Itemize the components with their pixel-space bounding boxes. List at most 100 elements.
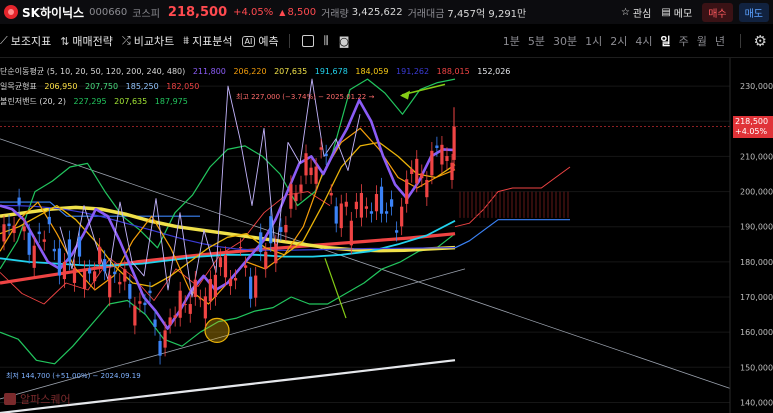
last-candle-body: [452, 126, 456, 160]
candle-body: [410, 169, 414, 174]
sell-button[interactable]: 매도: [738, 2, 769, 22]
candle-body: [67, 239, 72, 262]
period-1hour[interactable]: 1시: [585, 33, 602, 49]
candle-body: [400, 206, 404, 227]
low-annotation: 최저 144,700 (+51.00%) − 2024.09.19: [6, 371, 141, 380]
candle-body: [228, 278, 233, 287]
bollinger-lower-value: 187,975: [154, 97, 188, 106]
indicator-analysis-button[interactable]: ⩩ 지표분석: [183, 33, 232, 49]
candle-body: [57, 248, 61, 276]
candle-body: [103, 259, 107, 272]
high-arrow-head: [400, 90, 410, 100]
y-tick-label: 150,000: [740, 363, 773, 372]
ichimoku-value-2: 207,750: [85, 82, 119, 91]
memo-button[interactable]: ▤ 메모: [661, 5, 692, 20]
candle-body: [389, 199, 394, 207]
candle-body: [138, 301, 142, 304]
candle-body: [42, 239, 46, 242]
compare-chart-button[interactable]: ⤮ 비교차트: [122, 33, 174, 49]
candle-body: [319, 147, 323, 150]
chart-type-square-icon[interactable]: [301, 35, 314, 47]
up-arrow-icon: ▲: [279, 7, 286, 17]
aux-indicator-button[interactable]: ⟋ 보조지표: [0, 33, 51, 49]
stock-logo-icon: [4, 5, 18, 19]
candle-body: [208, 279, 212, 302]
watermark-text: 알파스퀘어: [20, 393, 71, 406]
high-annotation: 최고 227,000 (−3.74%) − 2025.01.22 →: [236, 92, 374, 101]
annotation-line: [324, 258, 347, 319]
candle-body: [143, 302, 147, 306]
candle-body: [294, 193, 298, 202]
candle-body: [113, 271, 117, 275]
candle-body: [123, 269, 127, 282]
period-day[interactable]: 일: [661, 33, 671, 49]
candle-body: [163, 330, 167, 348]
current-price-tag: 218,500 +4.05%: [733, 116, 773, 138]
watch-button[interactable]: ☆ 관심: [621, 5, 651, 20]
period-1min[interactable]: 1분: [503, 33, 520, 49]
period-month[interactable]: 월: [697, 33, 707, 49]
candle-body: [7, 223, 11, 227]
bollinger-legend[interactable]: 볼린저밴드 (20, 2) 227,295 207,635 187,975: [0, 96, 193, 107]
ma120-value: 184,059: [355, 67, 389, 76]
period-week[interactable]: 주: [679, 33, 689, 49]
aux-indicator-label: 보조지표: [10, 35, 52, 48]
watch-label: 관심: [632, 8, 652, 20]
candle-body: [344, 201, 348, 207]
candle-body: [379, 186, 384, 214]
current-price-tag-value: 218,500: [735, 117, 769, 126]
ichimoku-value-4: 182,050: [166, 82, 200, 91]
ichimoku-legend[interactable]: 일목균형표 206,950 207,750 185,250 182,050: [0, 81, 204, 92]
candle-body: [62, 261, 67, 280]
trade-strategy-button[interactable]: ⇅ 매매전략: [60, 33, 113, 49]
candle-body: [384, 211, 389, 214]
candle-body: [304, 153, 308, 176]
trade-value: 7,457억 9,291만: [447, 8, 527, 20]
candle-body: [47, 216, 51, 225]
toolbar-divider: [288, 34, 290, 48]
watermark-logo-icon: [4, 393, 16, 405]
period-5min[interactable]: 5분: [528, 33, 545, 49]
volume-value: 3,425,622: [351, 6, 403, 18]
candle-body: [32, 245, 36, 268]
star-icon: ☆: [620, 6, 630, 18]
candle-body: [158, 340, 162, 356]
ma5-value: 211,800: [192, 67, 226, 76]
y-tick-label: 210,000: [740, 152, 773, 161]
y-tick-label: 140,000: [740, 398, 773, 407]
period-4hour[interactable]: 4시: [635, 33, 652, 49]
y-tick-label: 170,000: [740, 293, 773, 302]
candlestick-icon[interactable]: ⫼: [324, 34, 329, 48]
ai-forecast-button[interactable]: AI 예측: [241, 33, 279, 49]
gear-icon[interactable]: ⚙: [754, 32, 767, 50]
period-2hour[interactable]: 2시: [610, 33, 627, 49]
camera-icon[interactable]: ◙: [339, 35, 350, 48]
y-tick-label: 180,000: [740, 258, 773, 267]
period-30min[interactable]: 30분: [553, 33, 577, 49]
candle-body: [148, 290, 152, 294]
trendline-down: [0, 138, 731, 389]
period-year[interactable]: 년: [715, 33, 725, 49]
candle-body: [324, 153, 328, 157]
candle-body: [203, 296, 207, 319]
watermark: 알파스퀘어: [4, 391, 71, 407]
candle-body: [289, 184, 293, 209]
candle-body: [17, 197, 21, 205]
chart-toolbar: ⟋ 보조지표 ⇅ 매매전략 ⤮ 비교차트 ⩩ 지표분석 AI 예측 ⫼ ◙ 1분…: [0, 28, 773, 54]
buy-button[interactable]: 매수: [702, 2, 733, 22]
candle-body: [87, 268, 92, 274]
candle-body: [445, 156, 449, 161]
candle-body: [193, 279, 197, 298]
trade-value-label: 거래대금: [407, 8, 445, 20]
memo-icon: ▤: [661, 6, 671, 18]
candle-body: [435, 145, 439, 148]
candle-body: [98, 246, 102, 264]
price-chart[interactable]: 230,000220,000210,000200,000190,000180,0…: [0, 58, 773, 413]
ma-legend[interactable]: 단순이동평균 (5, 10, 20, 50, 120, 200, 240, 48…: [0, 66, 515, 77]
candle-body: [238, 247, 243, 249]
candle-body: [178, 290, 182, 318]
ma240-value: 188,015: [436, 67, 470, 76]
candle-body: [133, 305, 137, 326]
stock-name[interactable]: SK하이닉스: [22, 4, 84, 21]
candle-body: [364, 206, 369, 209]
